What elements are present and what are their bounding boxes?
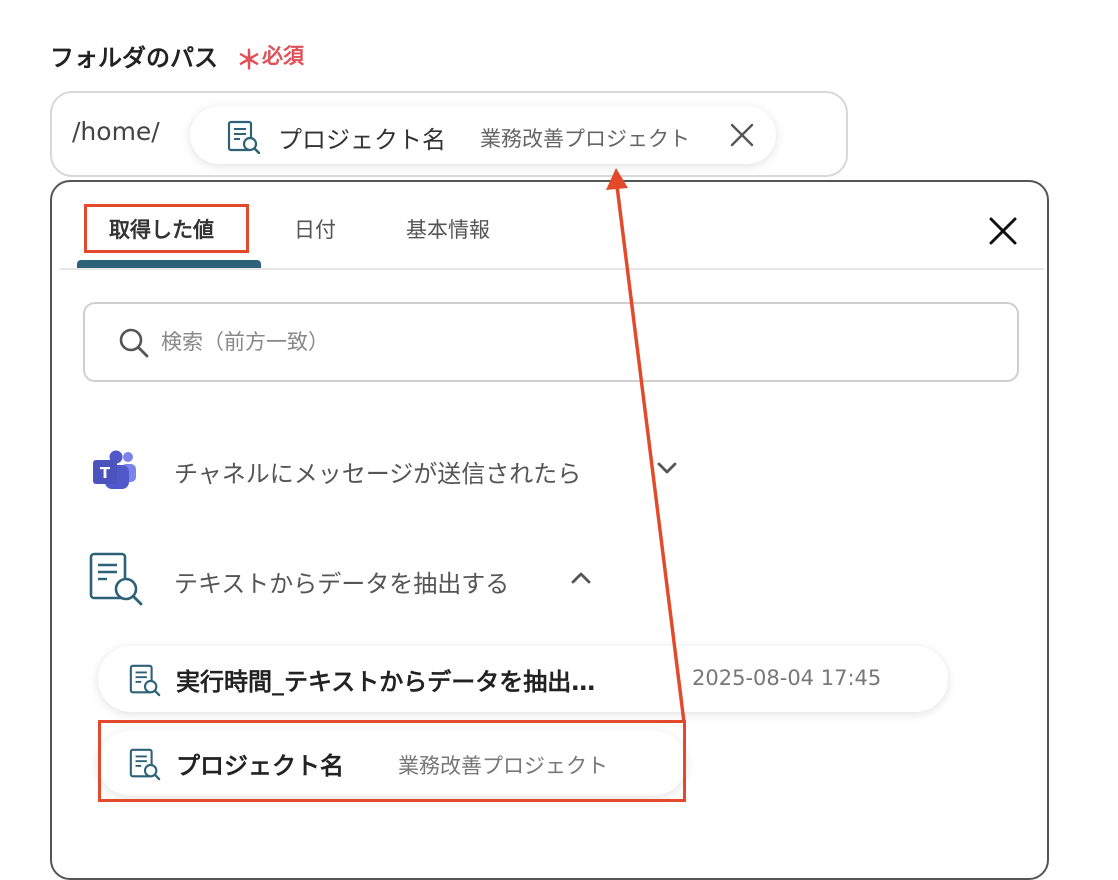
folder-path-input[interactable]: /home/ プロジェクト名 業務改善プロジェクト bbox=[50, 91, 848, 177]
annotation-highlight-item bbox=[98, 720, 686, 802]
section-title: チャネルにメッセージが送信されたら bbox=[174, 460, 582, 488]
chip-variable-value: 業務改善プロジェクト bbox=[480, 127, 690, 151]
item-value: 2025-08-04 17:45 bbox=[692, 666, 882, 690]
search-input[interactable] bbox=[159, 320, 983, 364]
tab-basic-info[interactable]: 基本情報 bbox=[406, 214, 490, 244]
svg-text:T: T bbox=[100, 464, 111, 482]
teams-icon: T bbox=[90, 448, 140, 498]
list-item-execution-time[interactable]: 実行時間_テキストからデータを抽出… 2025-08-04 17:45 bbox=[98, 646, 948, 712]
tab-divider bbox=[60, 268, 1044, 270]
variable-chip-project-name[interactable]: プロジェクト名 業務改善プロジェクト bbox=[190, 106, 776, 164]
required-asterisk: ＊ bbox=[236, 46, 263, 76]
chevron-up-icon[interactable] bbox=[570, 570, 592, 589]
required-label: 必須 bbox=[262, 44, 304, 68]
search-icon bbox=[117, 326, 151, 364]
tab-date[interactable]: 日付 bbox=[294, 214, 336, 244]
search-box[interactable] bbox=[83, 302, 1019, 382]
chevron-down-icon[interactable] bbox=[656, 460, 678, 479]
active-tab-indicator bbox=[77, 260, 261, 268]
chip-variable-name: プロジェクト名 bbox=[278, 126, 446, 154]
close-icon[interactable] bbox=[728, 121, 756, 149]
document-search-icon bbox=[88, 552, 146, 612]
close-icon[interactable] bbox=[988, 216, 1018, 246]
value-picker-panel: 取得した値 日付 基本情報 T チ bbox=[50, 180, 1049, 880]
document-search-icon bbox=[128, 663, 162, 701]
document-search-icon bbox=[226, 120, 262, 158]
folder-path-label: フォルダのパス bbox=[50, 44, 218, 72]
section-teams-message[interactable]: T チャネルにメッセージが送信されたら bbox=[88, 442, 677, 502]
section-title: テキストからデータを抽出する bbox=[174, 570, 510, 598]
item-name: 実行時間_テキストからデータを抽出… bbox=[176, 668, 596, 696]
section-text-extraction[interactable]: テキストからデータを抽出する bbox=[88, 552, 648, 612]
path-prefix-text[interactable]: /home/ bbox=[72, 117, 160, 146]
tab-obtained-values[interactable]: 取得した値 bbox=[109, 214, 214, 244]
